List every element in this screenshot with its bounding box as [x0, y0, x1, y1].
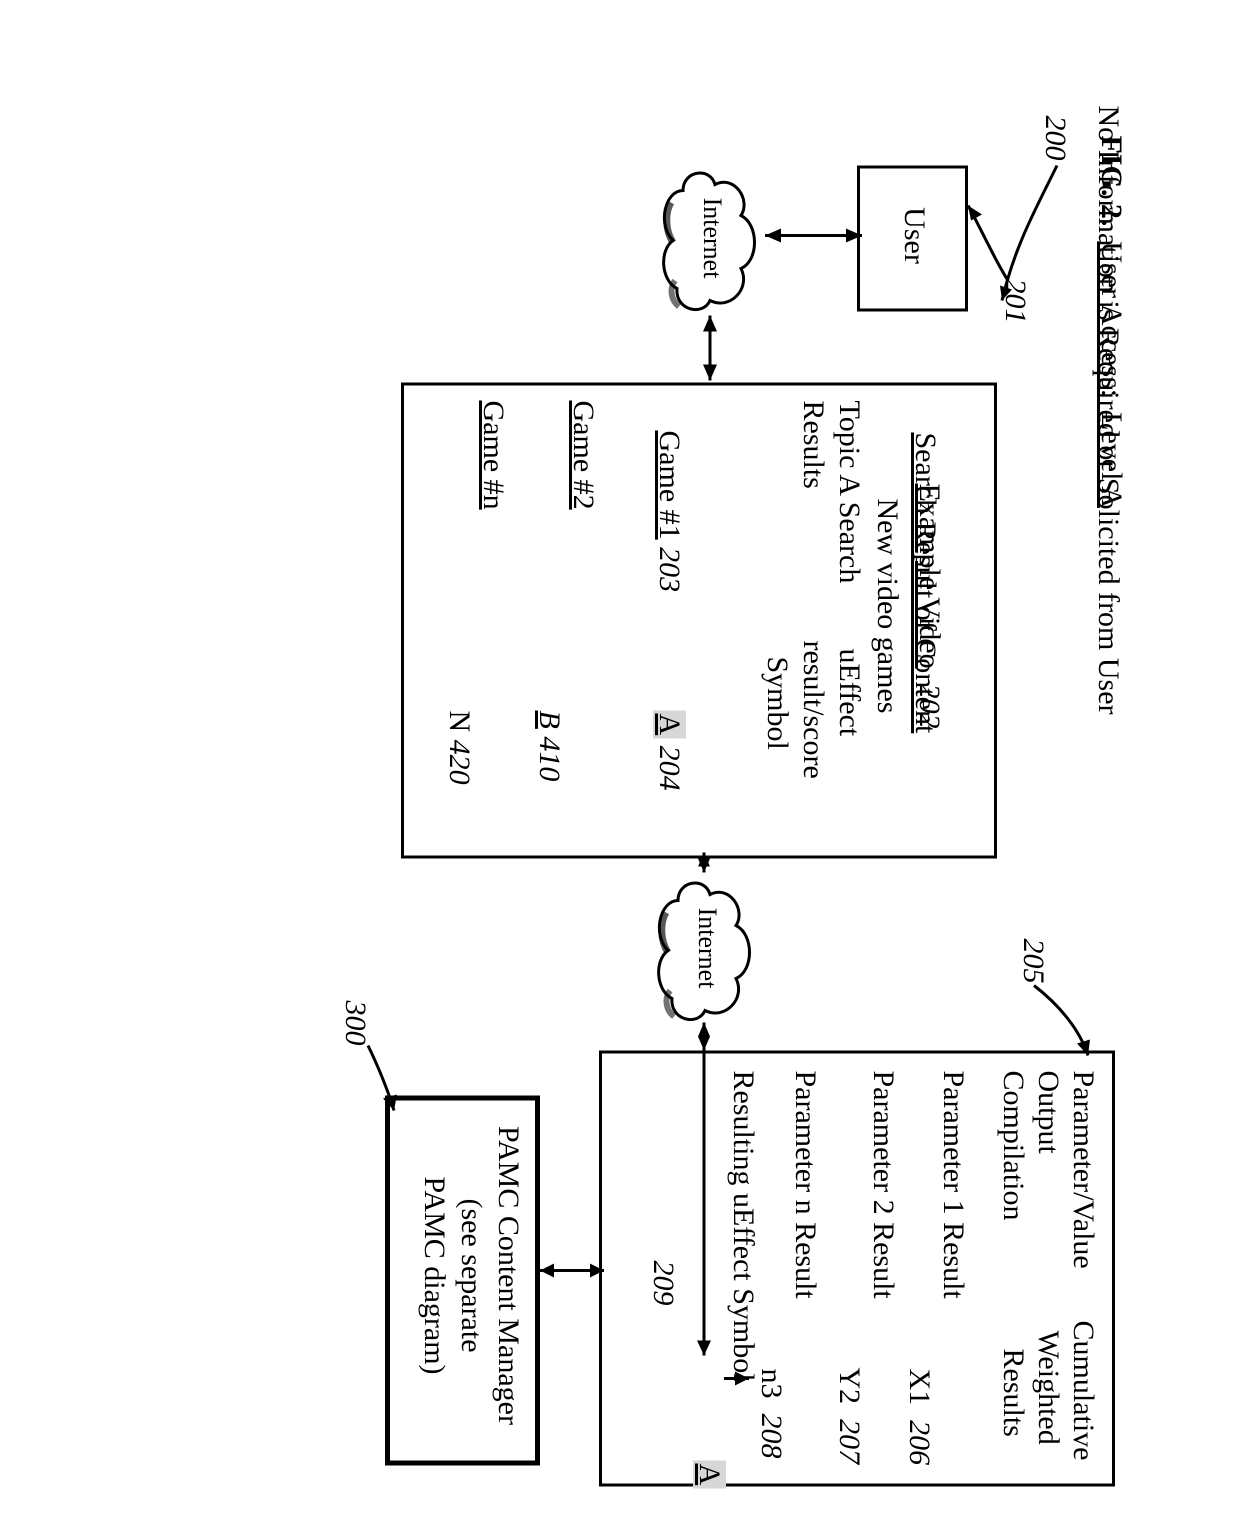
- leader-300: [0, 0, 1240, 1525]
